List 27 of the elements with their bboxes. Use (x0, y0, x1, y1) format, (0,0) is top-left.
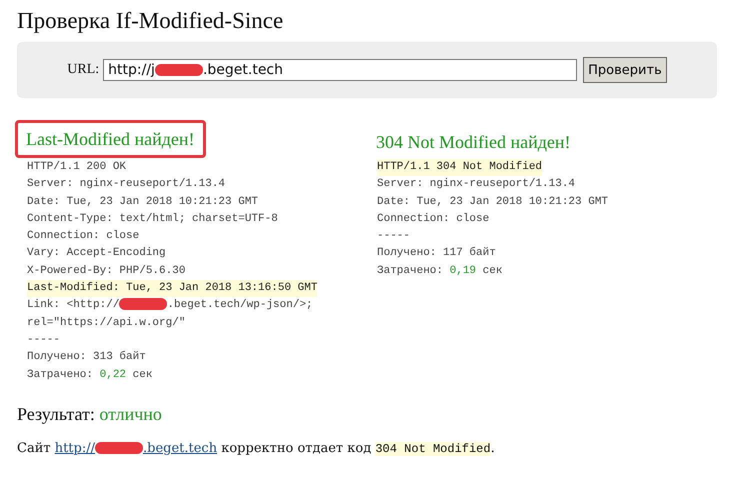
result-heading: Last-Modified найден! (15, 120, 206, 158)
check-button[interactable]: Проверить (583, 57, 667, 83)
result-heading: 304 Not Modified найден! (375, 131, 572, 154)
header-line: Content-Type: text/html; charset=UTF-8 (27, 212, 278, 225)
timing-line: Затрачено: 0,19 сек (377, 264, 502, 277)
page-title: Проверка If-Modified-Since (17, 8, 284, 34)
header-line: rel="https://api.w.org/" (27, 316, 186, 329)
header-line: Server: nginx-reuseport/1.13.4 (27, 178, 226, 190)
header-line: Получено: 117 байт (377, 247, 496, 260)
site-link[interactable]: http:// .beget.tech (54, 440, 218, 456)
url-input-field[interactable]: http://j .beget.tech (103, 59, 578, 81)
header-line: Server: nginx-reuseport/1.13.4 (377, 178, 576, 190)
header-line: HTTP/1.1 200 OK (27, 161, 126, 173)
header-line: Vary: Accept-Encoding (27, 247, 166, 260)
url-label: URL: (67, 62, 100, 78)
header-line: Получено: 313 байт (27, 351, 146, 364)
summary-text: Сайт http:// .beget.tech корректно отдает код 304 Not Modified. (17, 440, 496, 456)
header-line: Connection: close (27, 230, 140, 242)
header-line: X-Powered-By: PHP/5.6.30 (27, 264, 186, 277)
timing-line: Затрачено: 0,22 сек (27, 368, 152, 381)
header-line: Date: Tue, 23 Jan 2018 10:21:23 GMT (377, 196, 608, 208)
header-line: Connection: close (377, 212, 490, 225)
header-line: Link: <http:// .beget.tech/wp-json/>; (27, 299, 313, 312)
header-line: ----- (377, 230, 410, 242)
result-text: Результат: отлично (17, 404, 163, 425)
header-line: Date: Tue, 23 Jan 2018 10:21:23 GMT (27, 196, 258, 208)
header-line: ----- (27, 334, 60, 346)
